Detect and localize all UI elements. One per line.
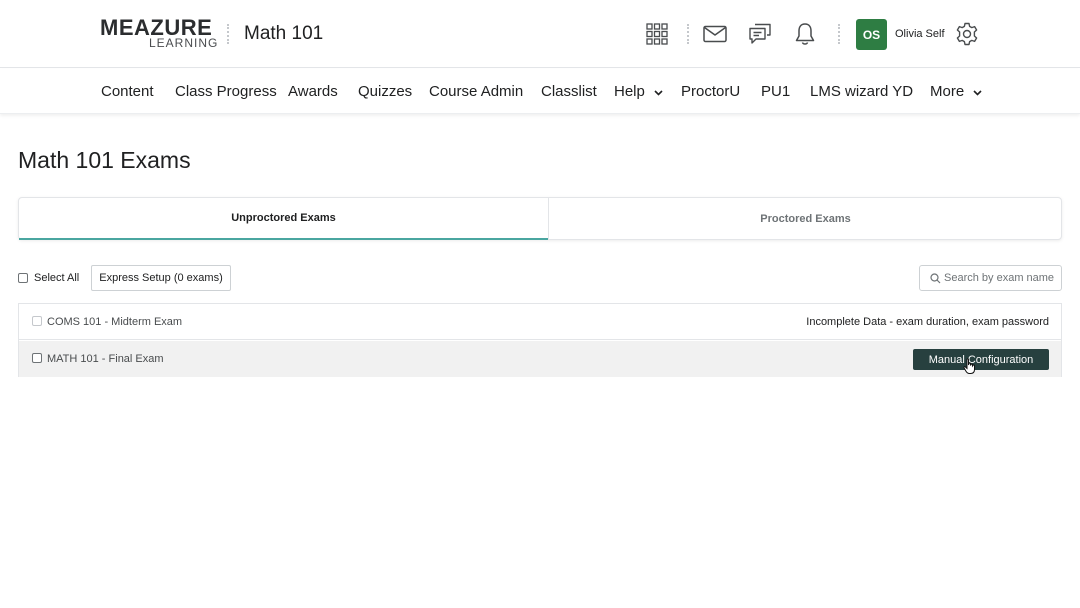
nav-item-lms-wizard-yd[interactable]: LMS wizard YD	[810, 83, 913, 101]
page-title: Math 101 Exams	[18, 147, 191, 173]
select-all-checkbox[interactable]	[18, 273, 28, 283]
nav-item-more[interactable]: More	[930, 83, 982, 101]
header-divider	[687, 24, 689, 44]
exam-row: COMS 101 - Midterm Exam Incomplete Data …	[19, 304, 1061, 340]
course-navbar: Content Class Progress Awards Quizzes Co…	[0, 69, 1080, 114]
search-box[interactable]	[919, 265, 1062, 291]
exam-tabs: Unproctored Exams Proctored Exams	[18, 197, 1062, 240]
nav-item-more-label: More	[930, 83, 965, 100]
chat-icon[interactable]	[746, 20, 774, 48]
gear-icon[interactable]	[953, 20, 981, 48]
nav-item-class-progress[interactable]: Class Progress	[175, 83, 277, 101]
header-divider	[227, 24, 229, 44]
apps-grid-icon[interactable]	[643, 20, 671, 48]
nav-item-classlist[interactable]: Classlist	[541, 83, 597, 101]
exam-status: Incomplete Data - exam duration, exam pa…	[806, 315, 1049, 328]
chevron-down-icon	[654, 83, 663, 101]
select-all-control[interactable]: Select All	[18, 272, 79, 284]
exam-name: MATH 101 - Final Exam	[47, 353, 164, 365]
select-all-label: Select All	[34, 272, 80, 284]
manual-configuration-button[interactable]: Manual Configuration	[913, 349, 1049, 370]
tab-unproctored-exams[interactable]: Unproctored Exams	[19, 198, 548, 240]
user-avatar[interactable]: OS	[856, 19, 887, 50]
search-icon	[930, 272, 941, 284]
nav-item-course-admin[interactable]: Course Admin	[429, 83, 523, 101]
mail-icon[interactable]	[701, 20, 729, 48]
meazure-learning-logo[interactable]: MEAZURE LEARNING	[100, 17, 217, 51]
exam-checkbox	[32, 316, 42, 326]
express-setup-button[interactable]: Express Setup (0 exams)	[91, 265, 231, 291]
nav-item-pu1[interactable]: PU1	[761, 83, 790, 101]
course-title[interactable]: Math 101	[244, 22, 323, 46]
nav-item-help[interactable]: Help	[614, 83, 663, 101]
nav-item-content[interactable]: Content	[101, 83, 154, 101]
search-input[interactable]	[944, 272, 1054, 284]
user-name[interactable]: Olivia Self	[895, 28, 945, 40]
top-header: MEAZURE LEARNING Math 101 OS Olivia Self	[0, 0, 1080, 68]
logo-subtext: LEARNING	[149, 36, 219, 50]
hand-cursor-icon	[963, 358, 977, 375]
nav-item-proctoru[interactable]: ProctorU	[681, 83, 740, 101]
exam-row: MATH 101 - Final Exam Manual Configurati…	[19, 341, 1061, 377]
exam-name: COMS 101 - Midterm Exam	[47, 315, 183, 328]
bell-icon[interactable]	[791, 20, 819, 48]
nav-item-awards[interactable]: Awards	[288, 83, 338, 101]
exam-list: COMS 101 - Midterm Exam Incomplete Data …	[18, 303, 1062, 377]
nav-item-quizzes[interactable]: Quizzes	[358, 83, 412, 101]
tab-proctored-exams[interactable]: Proctored Exams	[548, 198, 1062, 240]
header-divider	[838, 24, 840, 44]
nav-item-help-label: Help	[614, 83, 645, 100]
exam-checkbox[interactable]	[32, 353, 42, 363]
chevron-down-icon	[973, 83, 982, 101]
